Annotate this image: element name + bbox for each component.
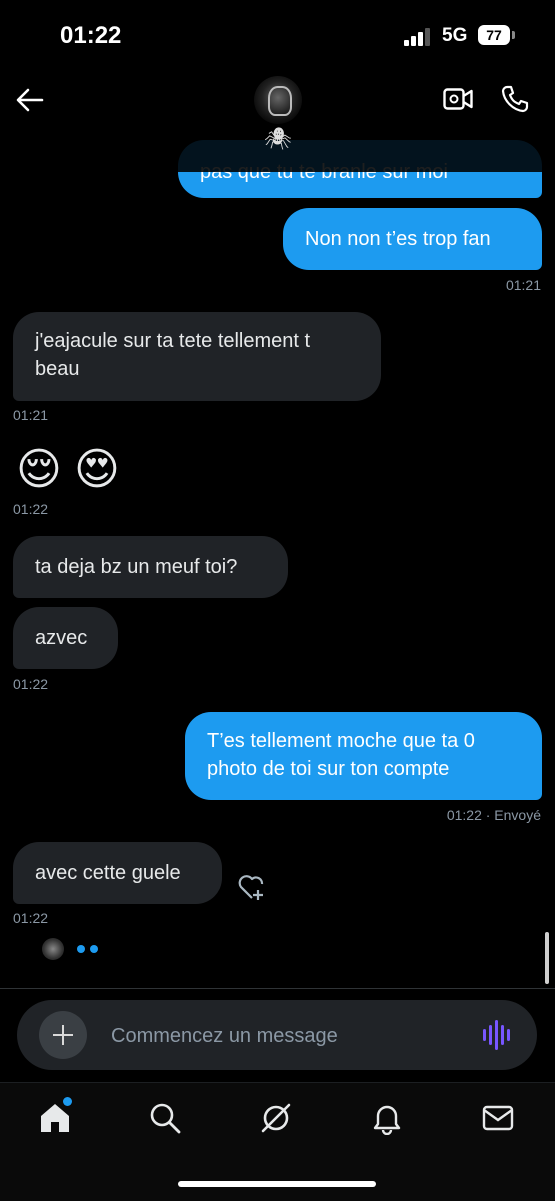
incoming-message[interactable]: j'eajacule sur ta tete tellement t beau	[13, 312, 381, 401]
message-text: ta deja bz un meuf toi?	[35, 556, 238, 578]
outgoing-message[interactable]: T’es tellement moche que ta 0 photo de t…	[185, 712, 542, 800]
message-timestamp: 01:22	[13, 501, 49, 517]
message-text: j'eajacule sur ta tete tellement t beau	[35, 330, 311, 380]
battery-icon: 77	[478, 25, 510, 45]
typing-dot	[77, 945, 85, 953]
incoming-message[interactable]: azvec	[13, 607, 118, 669]
message-status: 01:22 · Envoyé	[446, 807, 541, 823]
spider-icon: 🕷	[264, 126, 292, 151]
message-text: azvec	[35, 627, 88, 649]
heart-eyes-emoji[interactable]: 😍	[74, 448, 120, 492]
message-composer	[17, 1000, 537, 1070]
typing-avatar	[42, 938, 64, 960]
plus-icon[interactable]	[39, 1011, 87, 1059]
message-text: avec cette guele	[35, 862, 181, 884]
add-reaction-icon[interactable]	[236, 872, 268, 902]
message-timestamp: 01:22	[13, 910, 49, 926]
message-timestamp: 01:21	[13, 407, 49, 423]
grok-icon[interactable]	[259, 1101, 293, 1135]
search-icon[interactable]	[148, 1101, 182, 1135]
messages-icon[interactable]	[481, 1101, 515, 1135]
phone-icon[interactable]	[500, 84, 530, 114]
home-icon[interactable]	[38, 1101, 72, 1135]
voice-message-icon[interactable]	[483, 1020, 513, 1050]
clock: 01:22	[60, 22, 122, 49]
signal-icon	[404, 28, 434, 46]
relieved-face-emoji[interactable]: 😌	[16, 448, 62, 492]
message-timestamp: 01:21	[505, 277, 541, 293]
battery-percent: 77	[486, 27, 502, 43]
divider	[0, 988, 555, 989]
incoming-message[interactable]: ta deja bz un meuf toi?	[13, 536, 288, 598]
incoming-message[interactable]: avec cette guele	[13, 842, 222, 904]
network-type: 5G	[442, 25, 468, 46]
scrollbar[interactable]	[545, 932, 549, 984]
video-call-icon[interactable]	[443, 88, 473, 110]
message-text: T’es tellement moche que ta 0 photo de t…	[207, 730, 475, 780]
message-timestamp: 01:22	[13, 676, 49, 692]
notification-dot	[63, 1097, 72, 1106]
message-input[interactable]	[109, 1018, 453, 1054]
typing-dot	[90, 945, 98, 953]
chat-header: 🕷	[0, 72, 555, 172]
notifications-icon[interactable]	[370, 1101, 404, 1135]
home-indicator[interactable]	[178, 1181, 376, 1187]
status-bar: 01:22 5G 77	[0, 0, 555, 72]
outgoing-message[interactable]: Non non t’es trop fan	[283, 208, 542, 270]
battery-tip	[512, 31, 515, 39]
message-text: Non non t’es trop fan	[305, 228, 491, 250]
arrow-left-icon[interactable]	[14, 86, 46, 114]
avatar[interactable]	[254, 76, 302, 124]
